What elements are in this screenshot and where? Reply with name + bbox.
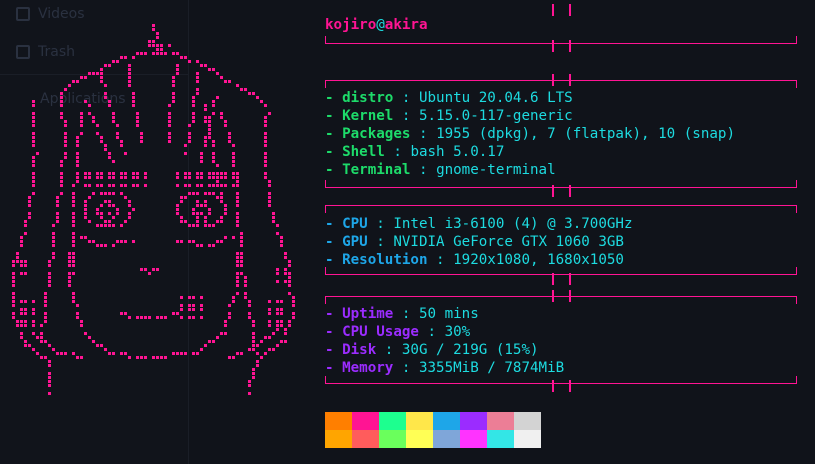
terminal-output[interactable]: kojiro@akira - distro : Ubuntu 20.04.6 L… (0, 0, 815, 464)
palette-swatch (433, 412, 460, 430)
info-key: Terminal (342, 162, 411, 178)
bullet-dash: - (325, 216, 343, 232)
palette-swatch (406, 412, 433, 430)
info-line: - GPU : NVIDIA GeForce GTX 1060 3GB (325, 233, 624, 251)
info-key: Resolution (342, 252, 428, 268)
info-line: - Disk : 30G / 219G (15%) (325, 341, 539, 359)
bullet-dash: - (325, 252, 343, 268)
palette-swatch (514, 430, 541, 448)
separator: : (410, 126, 437, 142)
palette-swatch (433, 430, 460, 448)
frame-divider (325, 296, 797, 304)
bullet-dash: - (325, 342, 343, 358)
info-line: - CPU : Intel i3-6100 (4) @ 3.700GHz (325, 215, 633, 233)
info-line: - Uptime : 50 mins (325, 305, 479, 323)
frame-pipes (552, 380, 572, 392)
separator: : (393, 108, 419, 124)
palette-swatch (379, 412, 406, 430)
prompt-line: kojiro@akira (325, 17, 428, 33)
separator: : (410, 162, 437, 178)
bullet-dash: - (325, 360, 343, 376)
info-line: - Shell : bash 5.0.17 (325, 143, 504, 161)
palette-swatch (514, 412, 541, 430)
frame-divider (325, 80, 797, 88)
info-key: CPU (342, 216, 368, 232)
info-key: GPU (342, 234, 368, 250)
separator: : (393, 90, 419, 106)
separator: : (384, 144, 411, 160)
separator: : (418, 324, 445, 340)
frame-pipes (552, 4, 572, 16)
palette-swatch (460, 430, 487, 448)
separator: : (393, 360, 419, 376)
info-value: 1920x1080, 1680x1050 (453, 252, 624, 268)
bullet-dash: - (325, 162, 343, 178)
bullet-dash: - (325, 234, 343, 250)
ascii-art-portrait (12, 24, 295, 395)
info-value: bash 5.0.17 (410, 144, 505, 160)
separator: : (376, 342, 402, 358)
info-line: - CPU Usage : 30% (325, 323, 470, 341)
palette-swatch (352, 412, 379, 430)
info-value: 1955 (dpkg), 7 (flatpak), 10 (snap) (436, 126, 736, 142)
info-value: NVIDIA GeForce GTX 1060 3GB (393, 234, 624, 250)
info-line: - Terminal : gnome-terminal (325, 161, 556, 179)
palette-swatch (487, 412, 514, 430)
separator: : (393, 306, 419, 322)
info-key: Shell (342, 144, 385, 160)
info-key: CPU Usage (342, 324, 419, 340)
palette-swatch (406, 430, 433, 448)
info-line: - Memory : 3355MiB / 7874MiB (325, 359, 564, 377)
frame-pipes (552, 273, 572, 285)
palette-swatch (325, 430, 352, 448)
info-key: Uptime (342, 306, 394, 322)
bullet-dash: - (325, 306, 343, 322)
info-key: Disk (342, 342, 377, 358)
info-value: 5.15.0-117-generic (418, 108, 573, 124)
info-value: gnome-terminal (436, 162, 556, 178)
info-value: Intel i3-6100 (4) @ 3.700GHz (393, 216, 633, 232)
frame-divider (325, 205, 797, 213)
bullet-dash: - (325, 108, 343, 124)
info-value: 30G / 219G (15%) (401, 342, 539, 358)
separator: : (427, 252, 454, 268)
info-key: Kernel (342, 108, 394, 124)
frame-pipes (552, 185, 572, 197)
palette-swatch (460, 412, 487, 430)
bullet-dash: - (325, 324, 343, 340)
palette-swatch (325, 412, 352, 430)
palette-swatch (487, 430, 514, 448)
bullet-dash: - (325, 144, 343, 160)
info-key: distro (342, 90, 394, 106)
palette-swatch (379, 430, 406, 448)
bullet-dash: - (325, 126, 343, 142)
palette-swatch (352, 430, 379, 448)
info-value: 50 mins (418, 306, 479, 322)
info-line: - distro : Ubuntu 20.04.6 LTS (325, 89, 573, 107)
info-value: Ubuntu 20.04.6 LTS (418, 90, 573, 106)
info-value: 3355MiB / 7874MiB (418, 360, 565, 376)
frame-pipes (552, 40, 572, 52)
separator: : (367, 216, 394, 232)
separator: : (367, 234, 394, 250)
bullet-dash: - (325, 90, 343, 106)
info-line: - Packages : 1955 (dpkg), 7 (flatpak), 1… (325, 125, 735, 143)
info-key: Memory (342, 360, 394, 376)
info-line: - Kernel : 5.15.0-117-generic (325, 107, 573, 125)
info-key: Packages (342, 126, 411, 142)
info-value: 30% (444, 324, 471, 340)
